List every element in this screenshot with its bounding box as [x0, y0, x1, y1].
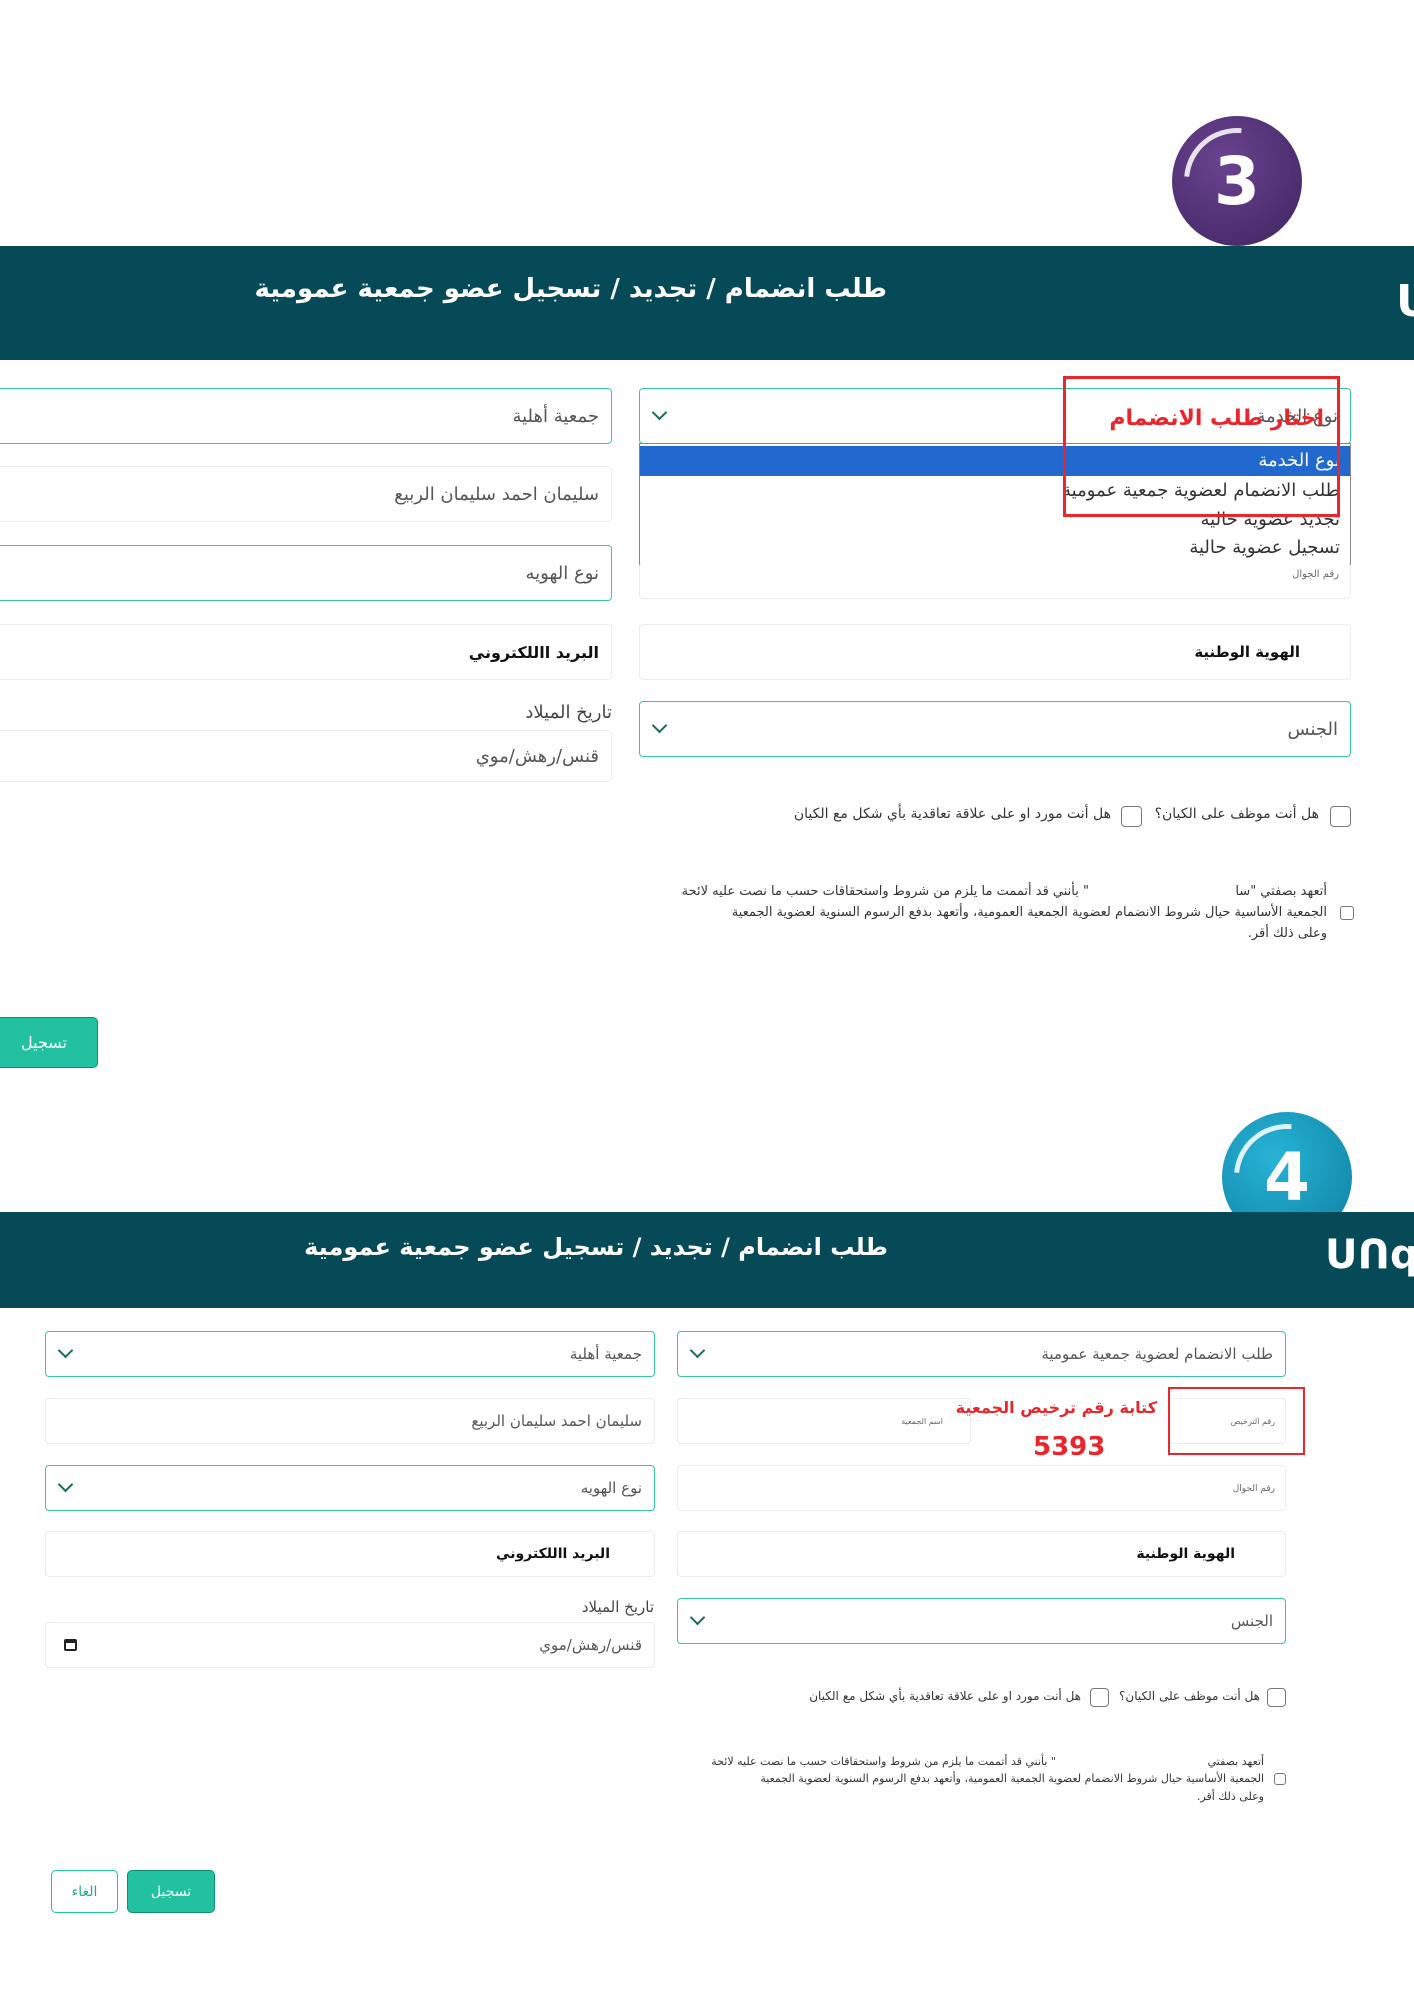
annotation-text: كتابة رقم ترخيص الجمعية [955, 1398, 1157, 1417]
dob-placeholder: قنس/رهش/موي [539, 1636, 642, 1654]
mobile-field[interactable] [677, 1465, 1286, 1511]
cancel-button[interactable]: الغاء [51, 1870, 118, 1913]
pledge-text-right: أتعهد بصفتي [1207, 1755, 1264, 1768]
mobile-label: رقم الجوال [1292, 569, 1339, 580]
pledge-text-right: أتعهد بصفتي "سا [1235, 884, 1327, 899]
pledge-text-line3: وعلى ذلك أقر. [1196, 1790, 1264, 1803]
gender-select[interactable]: الجنس [677, 1598, 1286, 1644]
association-type-value: جمعية أهلية [569, 1345, 642, 1363]
step-3-badge: 3 [1162, 106, 1312, 256]
id-type-select[interactable]: نوع الهويه [45, 1465, 655, 1511]
mobile-label: رقم الجوال [1232, 1484, 1275, 1494]
chevron-down-icon [689, 1342, 706, 1359]
page-title: طلب انضمام / تجديد / تسجيل عضو جمعية عمو… [254, 274, 887, 304]
national-id-field[interactable]: الهوية الوطنية [677, 1531, 1286, 1577]
gender-value: الجنس [1230, 1612, 1273, 1630]
page-title: طلب انضمام / تجديد / تسجيل عضو جمعية عمو… [304, 1233, 888, 1261]
national-id-field[interactable]: الهوية الوطنية [639, 624, 1351, 680]
supplier-checkbox[interactable] [1121, 806, 1142, 827]
employee-checkbox[interactable] [1267, 1688, 1286, 1707]
association-type-value: جمعية أهلية [512, 405, 599, 427]
service-type-value: طلب الانضمام لعضوية جمعية عمومية [1041, 1345, 1273, 1363]
logo: U [1396, 276, 1414, 327]
supplier-checkbox[interactable] [1090, 1688, 1109, 1707]
member-name-field[interactable]: سليمان احمد سليمان الربيع [45, 1398, 655, 1444]
employee-question: هل أنت موظف على الكيان؟ [1119, 1689, 1260, 1703]
dob-label: تاريخ الميلاد [525, 702, 612, 723]
chevron-down-icon [689, 1609, 706, 1626]
annotation-box [1063, 376, 1340, 517]
dob-label: تاريخ الميلاد [581, 1598, 654, 1616]
dropdown-option[interactable]: تسجيل عضوية حالية [640, 534, 1350, 562]
member-name-field[interactable]: سليمان احمد سليمان الربيع [0, 466, 612, 522]
email-field[interactable]: البريد االلكتروني [0, 624, 612, 680]
license-number-annotation: 5393 [1033, 1432, 1106, 1462]
chevron-down-icon [651, 717, 668, 734]
email-label: البريد االلكتروني [468, 642, 599, 662]
pledge-checkbox[interactable] [1274, 1773, 1286, 1785]
annotation-box [1168, 1387, 1305, 1455]
logo: ᑌᑎqᑌ [1325, 1232, 1414, 1278]
calendar-icon[interactable] [64, 1639, 77, 1651]
mobile-field[interactable] [639, 563, 1351, 599]
association-type-select[interactable]: جمعية أهلية [0, 388, 612, 444]
badge-shine-icon [1162, 106, 1312, 256]
national-id-label: الهوية الوطنية [1194, 643, 1300, 661]
dob-placeholder: قنس/رهش/موي [475, 745, 599, 767]
chevron-down-icon [57, 1476, 74, 1493]
dob-input[interactable]: قنس/رهش/موي [45, 1622, 655, 1668]
national-id-label: الهوية الوطنية [1136, 1546, 1235, 1562]
supplier-question: هل أنت مورد او على علاقة تعاقدية بأي شكل… [809, 1689, 1081, 1703]
service-type-select[interactable]: طلب الانضمام لعضوية جمعية عمومية [677, 1331, 1286, 1377]
member-name-value: سليمان احمد سليمان الربيع [471, 1412, 642, 1430]
email-label: البريد االلكتروني [496, 1546, 610, 1562]
id-type-value: نوع الهويه [580, 1479, 642, 1497]
pledge-text-left: " بأنني قد أتممت ما يلزم من شروط واستحقا… [681, 884, 1089, 899]
pledge-text-line3: وعلى ذلك أقر. [1247, 926, 1327, 941]
chevron-down-icon [57, 1342, 74, 1359]
gender-value: الجنس [1287, 718, 1338, 740]
form-header: طلب انضمام / تجديد / تسجيل عضو جمعية عمو… [0, 1212, 1414, 1308]
dob-input[interactable]: قنس/رهش/موي [0, 730, 612, 782]
association-name-label: اسم الجمعية [901, 1417, 943, 1426]
member-name-value: سليمان احمد سليمان الربيع [394, 483, 599, 505]
register-button[interactable]: تسجيل [127, 1870, 215, 1913]
email-field[interactable]: البريد االلكتروني [45, 1531, 655, 1577]
supplier-question: هل أنت مورد او على علاقة تعاقدية بأي شكل… [793, 806, 1111, 822]
pledge-text-line2: الجمعية الأساسية حيال شروط الانضمام لعضو… [731, 905, 1327, 920]
annotation-text: اختار طلب الانضمام [1109, 406, 1324, 431]
employee-question: هل أنت موظف على الكيان؟ [1154, 806, 1319, 822]
gender-select[interactable]: الجنس [639, 701, 1351, 757]
pledge-text-line2: الجمعية الأساسية حيال شروط الانضمام لعضو… [760, 1772, 1264, 1785]
form-header: طلب انضمام / تجديد / تسجيل عضو جمعية عمو… [0, 246, 1414, 360]
id-type-select[interactable]: نوع الهويه [0, 545, 612, 601]
chevron-down-icon [651, 404, 668, 421]
employee-checkbox[interactable] [1330, 806, 1351, 827]
pledge-text-left: " بأنني قد أتممت ما يلزم من شروط واستحقا… [711, 1755, 1056, 1768]
association-type-select[interactable]: جمعية أهلية [45, 1331, 655, 1377]
register-button[interactable]: تسجيل [0, 1017, 98, 1068]
pledge-checkbox[interactable] [1340, 906, 1354, 920]
id-type-value: نوع الهويه [525, 562, 599, 584]
